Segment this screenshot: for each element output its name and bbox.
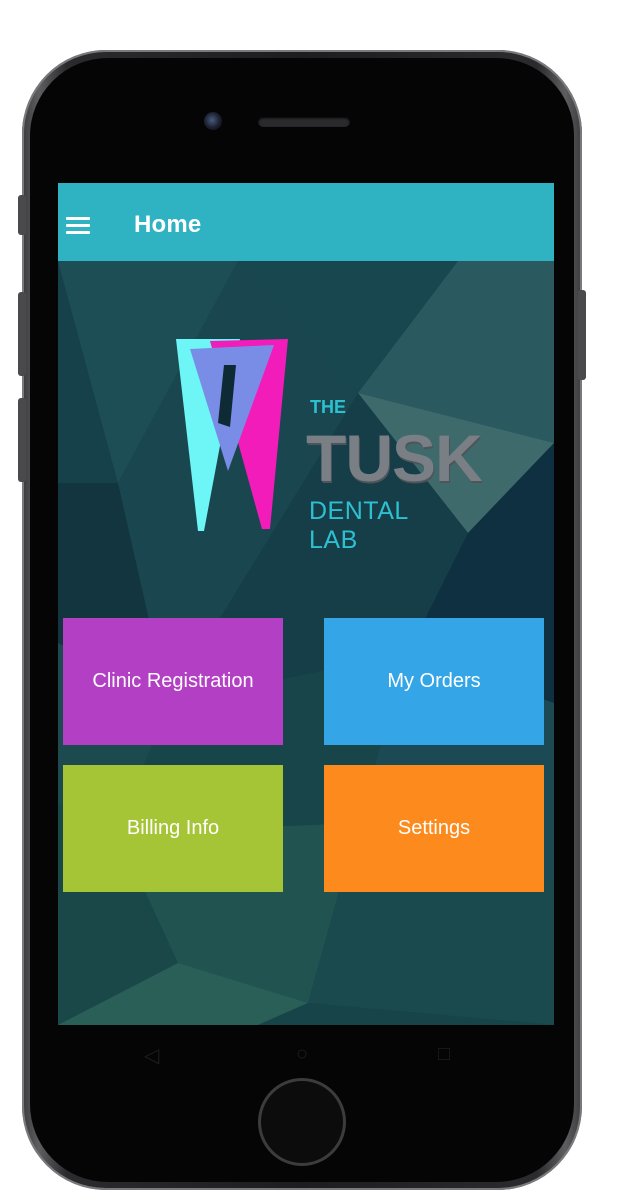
earpiece-speaker [258,117,350,127]
recents-square-icon[interactable]: □ [438,1043,450,1066]
home-circle-icon[interactable]: ○ [296,1043,308,1066]
settings-tile[interactable]: Settings [324,765,544,892]
logo-text-the: THE [310,397,346,417]
front-camera [204,112,222,130]
tile-label: Settings [397,817,471,839]
volume-down-button [18,398,26,482]
tile-label: Clinic Registration [92,670,254,692]
mute-switch [18,195,26,235]
power-button [578,290,586,380]
logo-text-tusk: TUSK [306,421,483,495]
tile-label: My Orders [387,670,481,692]
logo-text-dental-lab: DENTAL LAB [309,497,408,554]
tile-label: Billing Info [126,817,220,839]
polygon-background [58,261,554,1025]
system-nav-bar: ◁ ○ □ [58,1025,554,1083]
app-bar: Home [58,183,554,261]
volume-up-button [18,292,26,376]
app-screen: Home THE TUSK DENTAL LAB Clinic Registra… [58,183,554,1025]
page-title: Home [134,211,202,238]
back-triangle-icon[interactable]: ◁ [144,1043,159,1068]
billing-info-tile[interactable]: Billing Info [63,765,283,892]
home-button[interactable] [258,1078,346,1166]
clinic-registration-tile[interactable]: Clinic Registration [63,618,283,745]
my-orders-tile[interactable]: My Orders [324,618,544,745]
tusk-dental-lab-logo: THE TUSK DENTAL LAB [170,337,483,554]
tooth-logo-icon [176,339,288,531]
hamburger-menu-icon[interactable] [66,217,90,235]
